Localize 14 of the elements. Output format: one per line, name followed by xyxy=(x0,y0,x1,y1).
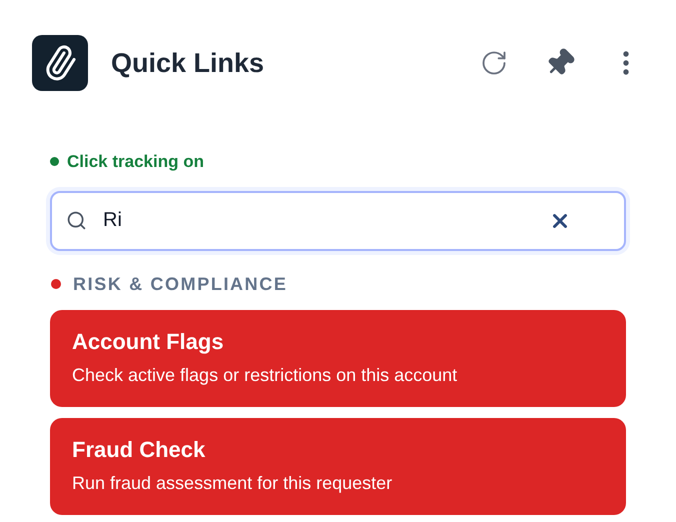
section-heading: RISK & COMPLIANCE xyxy=(73,272,288,296)
link-title: Fraud Check xyxy=(72,436,206,464)
link-card[interactable]: Fraud Check Run fraud assessment for this requester xyxy=(50,418,626,514)
link-card[interactable]: Account Flags Check active flags or restrictions on this account xyxy=(50,310,626,406)
app-title: Quick Links xyxy=(111,46,264,80)
status-text: Click tracking on xyxy=(67,151,204,173)
link-title: Account Flags xyxy=(72,328,225,356)
more-icon xyxy=(623,51,629,75)
search-field[interactable]: Ri xyxy=(50,190,626,250)
refresh-icon xyxy=(480,49,508,77)
link-description: Check active flags or restrictions on this account xyxy=(72,364,458,386)
search-icon xyxy=(66,210,87,230)
refresh-button[interactable] xyxy=(480,49,508,77)
link-description: Run fraud assessment for this requester xyxy=(72,472,394,494)
